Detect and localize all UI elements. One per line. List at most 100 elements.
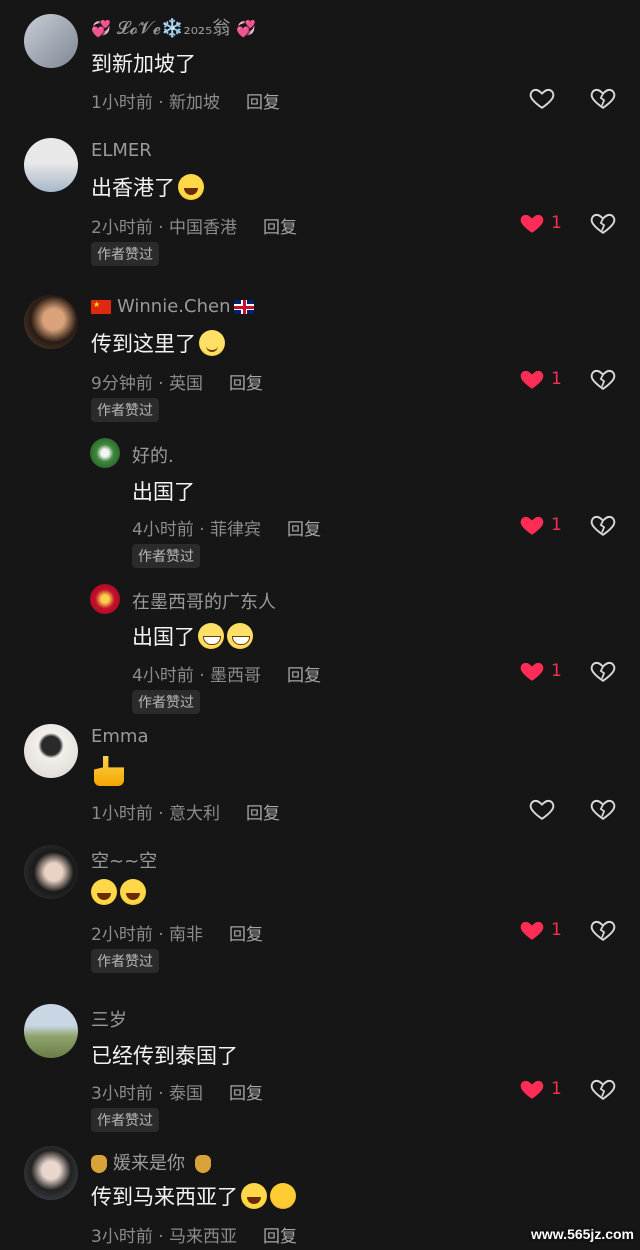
dislike-button[interactable]	[590, 659, 616, 687]
laughing-emoji-icon	[241, 1183, 267, 1209]
like-button[interactable]: 1	[519, 367, 562, 391]
heart-filled-icon	[520, 214, 544, 233]
like-count: 1	[551, 1079, 562, 1099]
dislike-button[interactable]	[590, 367, 616, 395]
comment-meta: 2小时前 · 南非 回复	[91, 925, 264, 945]
like-button[interactable]: 1	[519, 659, 562, 683]
like-count: 1	[551, 661, 562, 681]
like-count: 1	[551, 515, 562, 535]
comment-username[interactable]: Winnie.Chen	[91, 296, 255, 317]
avatar[interactable]	[90, 438, 120, 468]
comment-username[interactable]: 三岁	[91, 1006, 127, 1032]
money-bag-icon	[195, 1155, 211, 1173]
dislike-button[interactable]	[590, 797, 616, 825]
heart-outline-icon	[529, 799, 555, 820]
avatar[interactable]	[90, 584, 120, 614]
avatar[interactable]	[24, 14, 78, 68]
reply-text: 出国了	[132, 621, 253, 651]
like-button[interactable]: 1	[519, 918, 562, 942]
reply-button[interactable]: 回复	[229, 1084, 263, 1104]
comment-meta: 1小时前 · 新加坡 回复	[91, 93, 281, 113]
reply-meta: 4小时前 · 菲律宾 回复	[132, 520, 322, 540]
laughing-emoji-icon	[120, 879, 146, 905]
like-button[interactable]: 1	[519, 1077, 562, 1101]
heart-outline-icon	[529, 88, 555, 109]
broken-heart-icon	[590, 799, 616, 820]
dislike-button[interactable]	[590, 211, 616, 239]
like-count: 1	[551, 369, 562, 389]
author-liked-badge: 作者赞过	[91, 949, 159, 973]
comment-text: 到新加坡了	[91, 52, 196, 76]
avatar[interactable]	[24, 295, 78, 349]
comment-username[interactable]: 媛来是你	[91, 1149, 217, 1175]
like-count: 1	[551, 920, 562, 940]
reply-button[interactable]: 回复	[287, 520, 321, 540]
reply-button[interactable]: 回复	[246, 93, 280, 113]
dislike-button[interactable]	[590, 918, 616, 946]
comment-username[interactable]: 空~~空	[91, 847, 157, 873]
avatar[interactable]	[24, 724, 78, 778]
smirk-emoji-icon	[199, 330, 225, 356]
watermark: www.565jz.com	[531, 1226, 634, 1242]
broken-heart-icon	[590, 88, 616, 109]
broken-heart-icon	[590, 369, 616, 390]
broken-heart-icon	[590, 920, 616, 941]
comment-text: 传到这里了	[91, 328, 225, 358]
comment-username[interactable]: Emma	[91, 726, 148, 747]
author-liked-badge: 作者赞过	[91, 398, 159, 422]
heart-icon: 💞	[91, 19, 111, 38]
avatar[interactable]	[24, 1004, 78, 1058]
broken-heart-icon	[590, 515, 616, 536]
laughing-emoji-icon	[178, 174, 204, 200]
like-button[interactable]: 1	[519, 513, 562, 537]
like-button[interactable]	[529, 86, 555, 110]
money-bag-icon	[91, 1155, 107, 1173]
reply-button[interactable]: 回复	[229, 374, 263, 394]
avatar[interactable]	[24, 1146, 78, 1200]
like-button[interactable]	[529, 797, 555, 821]
comment-text	[91, 879, 146, 905]
comment-text: 出香港了	[91, 172, 204, 202]
broken-heart-icon	[590, 1079, 616, 1100]
china-flag-icon	[91, 300, 111, 314]
comment-meta: 2小时前 · 中国香港 回复	[91, 218, 298, 238]
heart-filled-icon	[520, 662, 544, 681]
avatar[interactable]	[24, 138, 78, 192]
like-button[interactable]: 1	[519, 211, 562, 235]
comment-text: 传到马来西亚了	[91, 1181, 296, 1211]
author-liked-badge: 作者赞过	[132, 690, 200, 714]
reply-button[interactable]: 回复	[263, 1227, 297, 1247]
reply-text: 出国了	[132, 480, 195, 504]
reply-button[interactable]: 回复	[246, 804, 280, 824]
broken-heart-icon	[590, 661, 616, 682]
like-count: 1	[551, 213, 562, 233]
author-liked-badge: 作者赞过	[132, 544, 200, 568]
heart-filled-icon	[520, 370, 544, 389]
dislike-button[interactable]	[590, 1077, 616, 1105]
reply-button[interactable]: 回复	[263, 218, 297, 238]
grinning-emoji-icon	[198, 623, 224, 649]
laughing-emoji-icon	[91, 879, 117, 905]
broken-heart-icon	[590, 213, 616, 234]
author-liked-badge: 作者赞过	[91, 1108, 159, 1132]
reply-button[interactable]: 回复	[229, 925, 263, 945]
thumbs-up-emoji-icon	[94, 756, 124, 786]
reply-button[interactable]: 回复	[287, 666, 321, 686]
author-liked-badge: 作者赞过	[91, 242, 159, 266]
heart-filled-icon	[520, 921, 544, 940]
reply-username[interactable]: 好的.	[132, 442, 174, 468]
comment-meta: 3小时前 · 马来西亚 回复	[91, 1227, 298, 1247]
heart-filled-icon	[520, 516, 544, 535]
reply-username[interactable]: 在墨西哥的广东人	[132, 588, 276, 614]
avatar[interactable]	[24, 845, 78, 899]
comment-text	[91, 756, 124, 786]
reply-meta: 4小时前 · 墨西哥 回复	[132, 666, 322, 686]
comment-username[interactable]: ELMER	[91, 140, 152, 161]
comment-username[interactable]: 💞 𝓛𝓸𝓥𝓮❄️₂₀₂₅翁 💞	[91, 14, 256, 40]
heart-filled-icon	[520, 1080, 544, 1099]
comment-text: 已经传到泰国了	[91, 1044, 238, 1068]
squinting-emoji-icon	[270, 1183, 296, 1209]
dislike-button[interactable]	[590, 86, 616, 114]
dislike-button[interactable]	[590, 513, 616, 541]
comment-meta: 9分钟前 · 英国 回复	[91, 374, 264, 394]
